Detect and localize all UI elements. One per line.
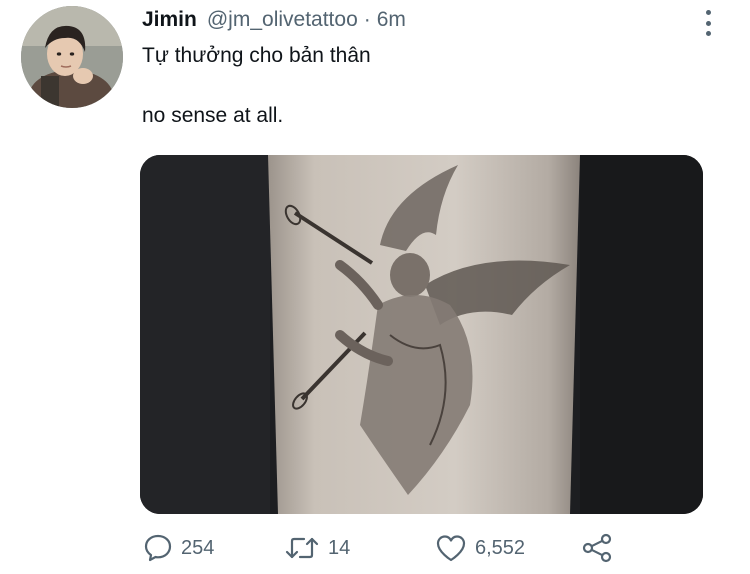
- tweet-card[interactable]: Jimin @jm_olivetattoo · 6m Tự thưởng cho…: [0, 0, 750, 574]
- tweet-text-line-2: no sense at all.: [142, 104, 284, 127]
- avatar[interactable]: [21, 6, 123, 108]
- tweet-text-line-1: Tự thưởng cho bản thân: [142, 44, 371, 67]
- separator-dot: ·: [363, 8, 371, 31]
- reply-button[interactable]: 254: [143, 528, 214, 568]
- tweet-header: Jimin @jm_olivetattoo · 6m: [142, 8, 406, 38]
- share-button[interactable]: [581, 528, 615, 568]
- retweet-count: 14: [328, 536, 351, 559]
- tweet-actions-bar: 254 14 6,552: [0, 528, 750, 568]
- more-dot: [705, 20, 711, 26]
- timestamp[interactable]: 6m: [377, 8, 406, 32]
- more-options-icon[interactable]: [702, 10, 714, 36]
- speech-bubble-icon: [144, 534, 172, 562]
- more-dot: [705, 31, 711, 36]
- share-icon: [582, 533, 612, 563]
- author-handle[interactable]: @jm_olivetattoo: [207, 8, 358, 32]
- like-count: 6,552: [475, 536, 526, 559]
- retweet-button[interactable]: 14: [284, 528, 350, 568]
- reply-count: 254: [181, 536, 215, 559]
- heart-icon: [436, 535, 466, 562]
- more-dot: [705, 10, 711, 15]
- tweet-media-image[interactable]: [140, 155, 703, 514]
- like-button[interactable]: 6,552: [435, 528, 525, 568]
- retweet-arrows-icon: [285, 537, 319, 559]
- author-name[interactable]: Jimin: [142, 8, 197, 32]
